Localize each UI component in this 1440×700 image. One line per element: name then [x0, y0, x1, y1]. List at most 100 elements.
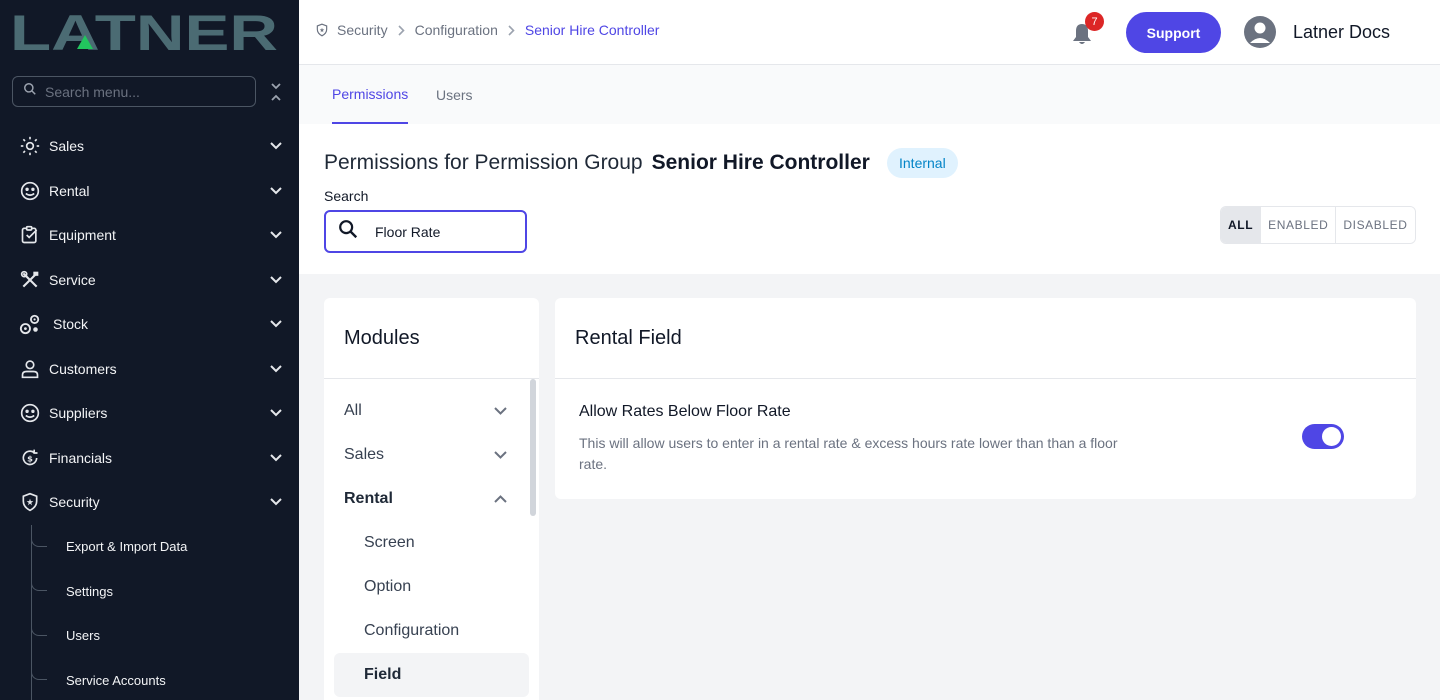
- breadcrumb-configuration[interactable]: Configuration: [415, 22, 498, 38]
- search-icon: [337, 218, 359, 245]
- chevron-right-icon: [508, 24, 515, 36]
- sidebar-item-financials[interactable]: $ Financials: [0, 436, 299, 481]
- sales-icon: [19, 135, 41, 157]
- search-icon: [23, 82, 37, 101]
- search-input[interactable]: [375, 223, 505, 240]
- breadcrumb-security[interactable]: Security: [337, 22, 388, 38]
- chevron-down-icon: [269, 495, 283, 509]
- sidebar-item-rental[interactable]: Rental: [0, 169, 299, 214]
- sidebar-subitem-label: Users: [66, 628, 100, 644]
- modules-scrollbar[interactable]: [530, 379, 536, 516]
- tree-elbow: [31, 621, 47, 636]
- chevron-down-icon: [269, 451, 283, 465]
- filter-toggle-group: ALL ENABLED DISABLED: [1220, 206, 1416, 244]
- sidebar-subitem-settings[interactable]: Settings: [0, 569, 299, 614]
- chevron-down-icon: [269, 406, 283, 420]
- equipment-icon: [19, 224, 41, 246]
- suppliers-icon: [19, 402, 41, 424]
- module-rental-field[interactable]: Field: [334, 653, 529, 697]
- logo-image: LATNER: [10, 5, 278, 61]
- sidebar-item-suppliers[interactable]: Suppliers: [0, 391, 299, 436]
- title-area: Permissions for Permission Group Senior …: [299, 124, 1440, 274]
- sidebar-subitem-service-accounts[interactable]: Service Accounts: [0, 658, 299, 700]
- avatar[interactable]: [1244, 16, 1276, 48]
- module-label: Rental: [344, 490, 393, 507]
- sidebar-item-equipment[interactable]: Equipment: [0, 213, 299, 258]
- breadcrumb-current: Senior Hire Controller: [524, 22, 660, 38]
- chevron-down-icon: [269, 139, 283, 153]
- collapse-sidebar-icon[interactable]: [268, 82, 284, 102]
- filter-enabled-button[interactable]: ENABLED: [1261, 207, 1337, 243]
- chevron-down-icon: [269, 228, 283, 242]
- panel-title: Rental Field: [555, 298, 1416, 379]
- tree-elbow: [31, 577, 47, 591]
- permission-toggle[interactable]: [1302, 424, 1344, 449]
- top-header: Security Configuration Senior Hire Contr…: [299, 0, 1440, 65]
- module-rental-configuration[interactable]: Configuration: [334, 609, 529, 653]
- chevron-down-icon: [269, 184, 283, 198]
- sidebar-item-customers[interactable]: Customers: [0, 347, 299, 392]
- rental-icon: [19, 180, 41, 202]
- toggle-knob: [1322, 427, 1341, 446]
- user-name[interactable]: Latner Docs: [1293, 22, 1390, 43]
- module-all[interactable]: All: [324, 389, 529, 433]
- sidebar-item-label: Financials: [49, 449, 113, 466]
- sidebar-item-label: Sales: [49, 138, 85, 155]
- svg-text:$: $: [27, 453, 33, 463]
- chevron-down-icon: [269, 317, 283, 331]
- chevron-down-icon: [494, 402, 507, 420]
- module-rental-screen[interactable]: Screen: [334, 521, 529, 565]
- security-subnav: Export & Import Data Settings Users Serv…: [0, 524, 299, 700]
- sidebar-item-label: Stock: [53, 316, 89, 333]
- sidebar-item-label: Equipment: [49, 227, 116, 244]
- sidebar-subitem-export-import[interactable]: Export & Import Data: [0, 525, 299, 570]
- sidebar-subitem-label: Export & Import Data: [66, 539, 188, 555]
- modules-panel: Modules All Sales Rental Screen Option C…: [324, 298, 539, 700]
- sidebar-item-label: Suppliers: [49, 405, 108, 422]
- sidebar-item-label: Customers: [49, 360, 117, 377]
- sidebar-subitem-label: Service Accounts: [66, 672, 166, 688]
- module-label: All: [344, 402, 362, 419]
- status-badge: Internal: [887, 148, 958, 178]
- tab-users[interactable]: Users: [436, 65, 473, 124]
- sidebar-subitem-users[interactable]: Users: [0, 614, 299, 659]
- page-title-prefix: Permissions for Permission Group: [324, 151, 643, 174]
- chevron-right-icon: [398, 24, 405, 36]
- search-label: Search: [324, 188, 369, 204]
- sidebar-item-sales[interactable]: Sales: [0, 124, 299, 169]
- chevron-down-icon: [269, 362, 283, 376]
- breadcrumb: Security Configuration Senior Hire Contr…: [315, 22, 659, 38]
- module-rental[interactable]: Rental: [324, 477, 529, 521]
- customers-icon: [19, 358, 41, 380]
- filter-disabled-button[interactable]: DISABLED: [1336, 207, 1415, 243]
- sidebar-item-service[interactable]: Service: [0, 258, 299, 303]
- sidebar-subitem-label: Settings: [66, 583, 113, 599]
- menu-search-input[interactable]: [45, 83, 235, 100]
- tab-permissions[interactable]: Permissions: [332, 65, 409, 124]
- sidebar-item-security[interactable]: Security: [0, 480, 299, 525]
- sidebar-item-stock[interactable]: Stock: [0, 302, 299, 347]
- modules-title: Modules: [324, 298, 539, 379]
- notification-badge: 7: [1085, 12, 1104, 31]
- service-icon: [19, 269, 41, 291]
- module-rental-option[interactable]: Option: [334, 565, 529, 609]
- svg-text:LATNER: LATNER: [10, 8, 278, 54]
- filter-all-button[interactable]: ALL: [1221, 207, 1262, 243]
- sidebar-item-label: Security: [49, 494, 100, 511]
- chevron-up-icon: [494, 490, 507, 508]
- module-sales[interactable]: Sales: [324, 433, 529, 477]
- sidebar: LATNER Sales Rental: [0, 0, 299, 700]
- chevron-down-icon: [494, 446, 507, 464]
- chevron-down-icon: [269, 273, 283, 287]
- permission-group-name: Senior Hire Controller: [651, 151, 870, 174]
- latner-logo[interactable]: LATNER: [10, 5, 280, 61]
- sidebar-item-label: Service: [49, 271, 96, 288]
- support-button[interactable]: Support: [1126, 12, 1221, 53]
- permission-search[interactable]: [324, 210, 527, 253]
- shield-icon: [315, 23, 329, 37]
- sidebar-item-label: Rental: [49, 182, 90, 199]
- page-title: Permissions for Permission Group Senior …: [324, 151, 870, 175]
- menu-search[interactable]: [12, 76, 256, 107]
- financials-icon: $: [19, 447, 41, 469]
- shield-icon: [19, 491, 41, 513]
